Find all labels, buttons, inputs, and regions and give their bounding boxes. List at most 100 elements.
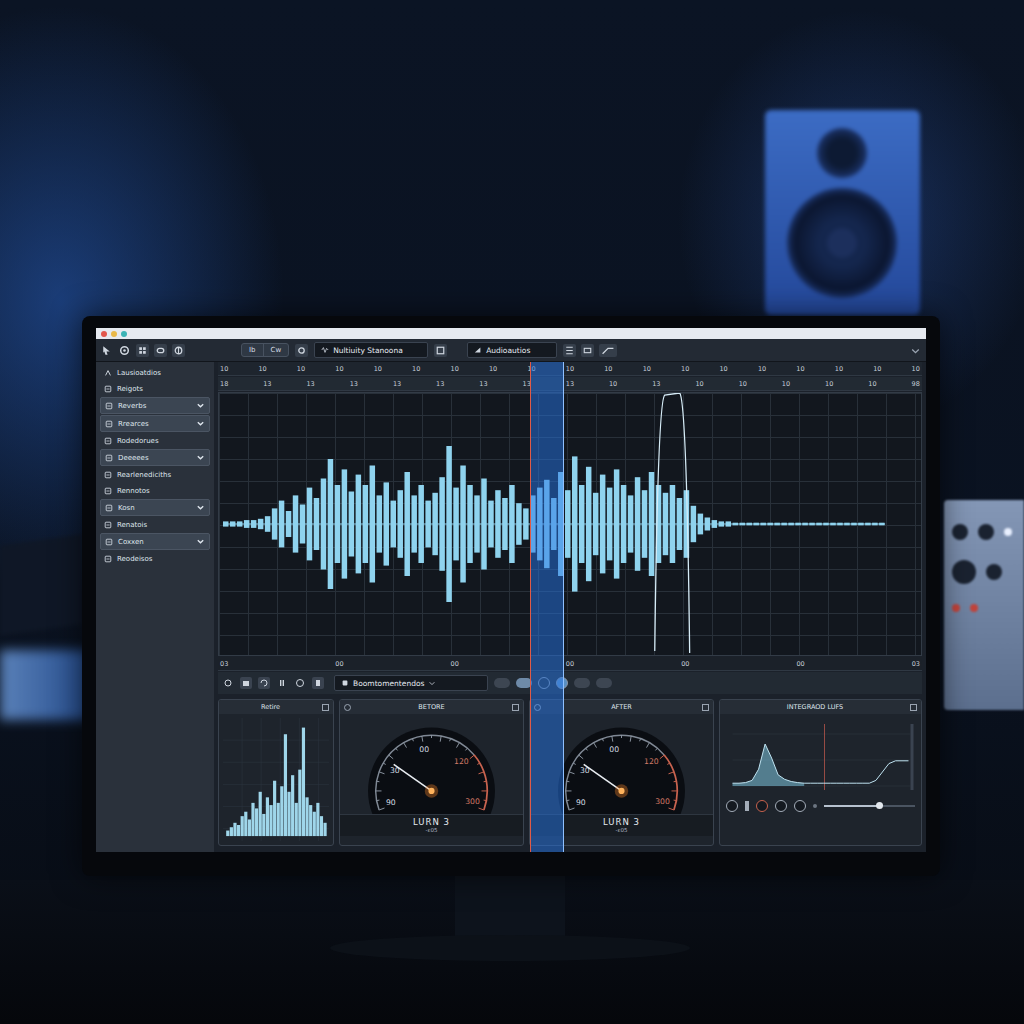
- waveform-sample: [495, 490, 500, 558]
- sidebar-item[interactable]: Rodedorues: [100, 433, 210, 448]
- transport-bar: Boomtomentendos: [218, 672, 922, 694]
- ruler-label: 13: [479, 380, 487, 388]
- bar-ruler[interactable]: 1813131313131313131013101010101098: [218, 377, 922, 391]
- panel-menu-button[interactable]: [702, 704, 709, 711]
- gain-knob[interactable]: [726, 800, 738, 812]
- loop-icon[interactable]: [258, 677, 270, 689]
- gauge-dial: 903000120300: [530, 714, 713, 814]
- sidebar-item[interactable]: Renatois: [100, 517, 210, 532]
- waveform[interactable]: [219, 393, 921, 655]
- release-knob[interactable]: [794, 800, 806, 812]
- minimize-button[interactable]: [111, 331, 117, 337]
- solo-toggle[interactable]: [494, 678, 510, 688]
- ruler-label: 03: [220, 660, 228, 668]
- needle-hub: [428, 788, 434, 794]
- spectrum-bar: [259, 792, 262, 836]
- slider-thumb[interactable]: [876, 802, 883, 809]
- waveform-sample: [488, 501, 493, 548]
- waveform-sample: [551, 498, 556, 550]
- input-button[interactable]: [556, 677, 568, 689]
- mute-toggle[interactable]: [574, 678, 590, 688]
- sidebar-header: Lausioatdios: [100, 365, 210, 380]
- sidebar-item[interactable]: Rennotos: [100, 483, 210, 498]
- panel-menu-button[interactable]: [512, 704, 519, 711]
- ruler-label: 13: [436, 380, 444, 388]
- sidebar-item[interactable]: Rrearces: [100, 415, 210, 432]
- lock-toggle[interactable]: [596, 678, 612, 688]
- waveform-sample: [509, 485, 514, 563]
- marker-icon[interactable]: [312, 677, 324, 689]
- chevron-down-icon[interactable]: [196, 537, 205, 546]
- preset-field[interactable]: Boomtomentendos: [334, 675, 488, 691]
- waveform-sample: [649, 472, 654, 576]
- spectrum-panel: Retire: [218, 699, 334, 846]
- view-switch-option[interactable]: Cw: [263, 344, 289, 356]
- sidebar-item[interactable]: Reverbs: [100, 397, 210, 414]
- waveform-sample: [677, 498, 682, 550]
- panel-menu-button[interactable]: [910, 704, 917, 711]
- chevron-down-icon[interactable]: [196, 401, 205, 410]
- loop-icon[interactable]: [154, 344, 167, 357]
- selection-region[interactable]: [530, 362, 564, 852]
- waveform-sample: [356, 475, 361, 574]
- spectrum-bar: [237, 825, 240, 836]
- track-field[interactable]: Audioautios: [467, 342, 557, 358]
- chevron-down-icon[interactable]: [196, 453, 205, 462]
- target-slider[interactable]: [824, 805, 915, 807]
- sidebar-item[interactable]: Kosn: [100, 499, 210, 516]
- target-knob[interactable]: [756, 800, 768, 812]
- mode-button[interactable]: [745, 801, 749, 811]
- waveform-sample: [642, 490, 647, 558]
- spectrum-bar: [291, 775, 294, 836]
- ruler-label: 00: [451, 660, 459, 668]
- project-title-field[interactable]: Nultiuity Stanoona: [314, 342, 428, 358]
- monitor-toggle[interactable]: [516, 678, 532, 688]
- window-light: [0, 650, 90, 720]
- zoom-button[interactable]: [121, 331, 127, 337]
- ruler-label: 10: [297, 365, 305, 373]
- waveform-sample: [719, 521, 724, 526]
- fade-icon[interactable]: [599, 344, 617, 357]
- view-switch-option[interactable]: Ib: [242, 344, 263, 356]
- sidebar-item[interactable]: Deeeees: [100, 449, 210, 466]
- sidebar-item[interactable]: Reodeisos: [100, 551, 210, 566]
- sidebar-item[interactable]: Rearlenediciths: [100, 467, 210, 482]
- range-knob[interactable]: [775, 800, 787, 812]
- chevron-down-icon[interactable]: [196, 503, 205, 512]
- gauge-tick-label: 90: [576, 798, 586, 807]
- waveform-sample: [879, 523, 884, 526]
- ruler-label: 10: [758, 365, 766, 373]
- settings-icon[interactable]: [118, 344, 131, 357]
- time-ruler[interactable]: 10101010101010101010101010101010101010: [218, 362, 922, 376]
- spectrum-bar: [248, 819, 251, 836]
- waveform-sample: [516, 503, 521, 545]
- waveform-sample: [349, 492, 354, 557]
- sidebar-item[interactable]: Reigots: [100, 381, 210, 396]
- stop-icon[interactable]: [222, 677, 234, 689]
- gauge-needle: [584, 764, 622, 790]
- fx-button[interactable]: [538, 677, 550, 689]
- grid-icon[interactable]: [136, 344, 149, 357]
- mixer-icon[interactable]: [172, 344, 185, 357]
- export-icon[interactable]: [434, 344, 447, 357]
- ruler-label: 10: [335, 365, 343, 373]
- waveform-icon: [321, 346, 329, 354]
- sidebar-item[interactable]: Coxxen: [100, 533, 210, 550]
- close-button[interactable]: [101, 331, 107, 337]
- trim-icon[interactable]: [581, 344, 594, 357]
- expand-icon[interactable]: [909, 344, 922, 357]
- split-icon[interactable]: [563, 344, 576, 357]
- pause-icon[interactable]: [276, 677, 288, 689]
- cursor-icon[interactable]: [100, 344, 113, 357]
- folder-icon[interactable]: [240, 677, 252, 689]
- ruler-label: 18: [220, 380, 228, 388]
- record-icon[interactable]: [295, 344, 308, 357]
- spectrum-bar: [251, 803, 254, 836]
- view-switch[interactable]: IbCw: [241, 343, 289, 357]
- rewind-icon[interactable]: [294, 677, 306, 689]
- panel-header: Retire: [219, 700, 333, 714]
- chevron-down-icon[interactable]: [196, 419, 205, 428]
- volume-envelope[interactable]: [655, 393, 690, 653]
- waveform-view[interactable]: [218, 392, 922, 656]
- panel-menu-button[interactable]: [322, 704, 329, 711]
